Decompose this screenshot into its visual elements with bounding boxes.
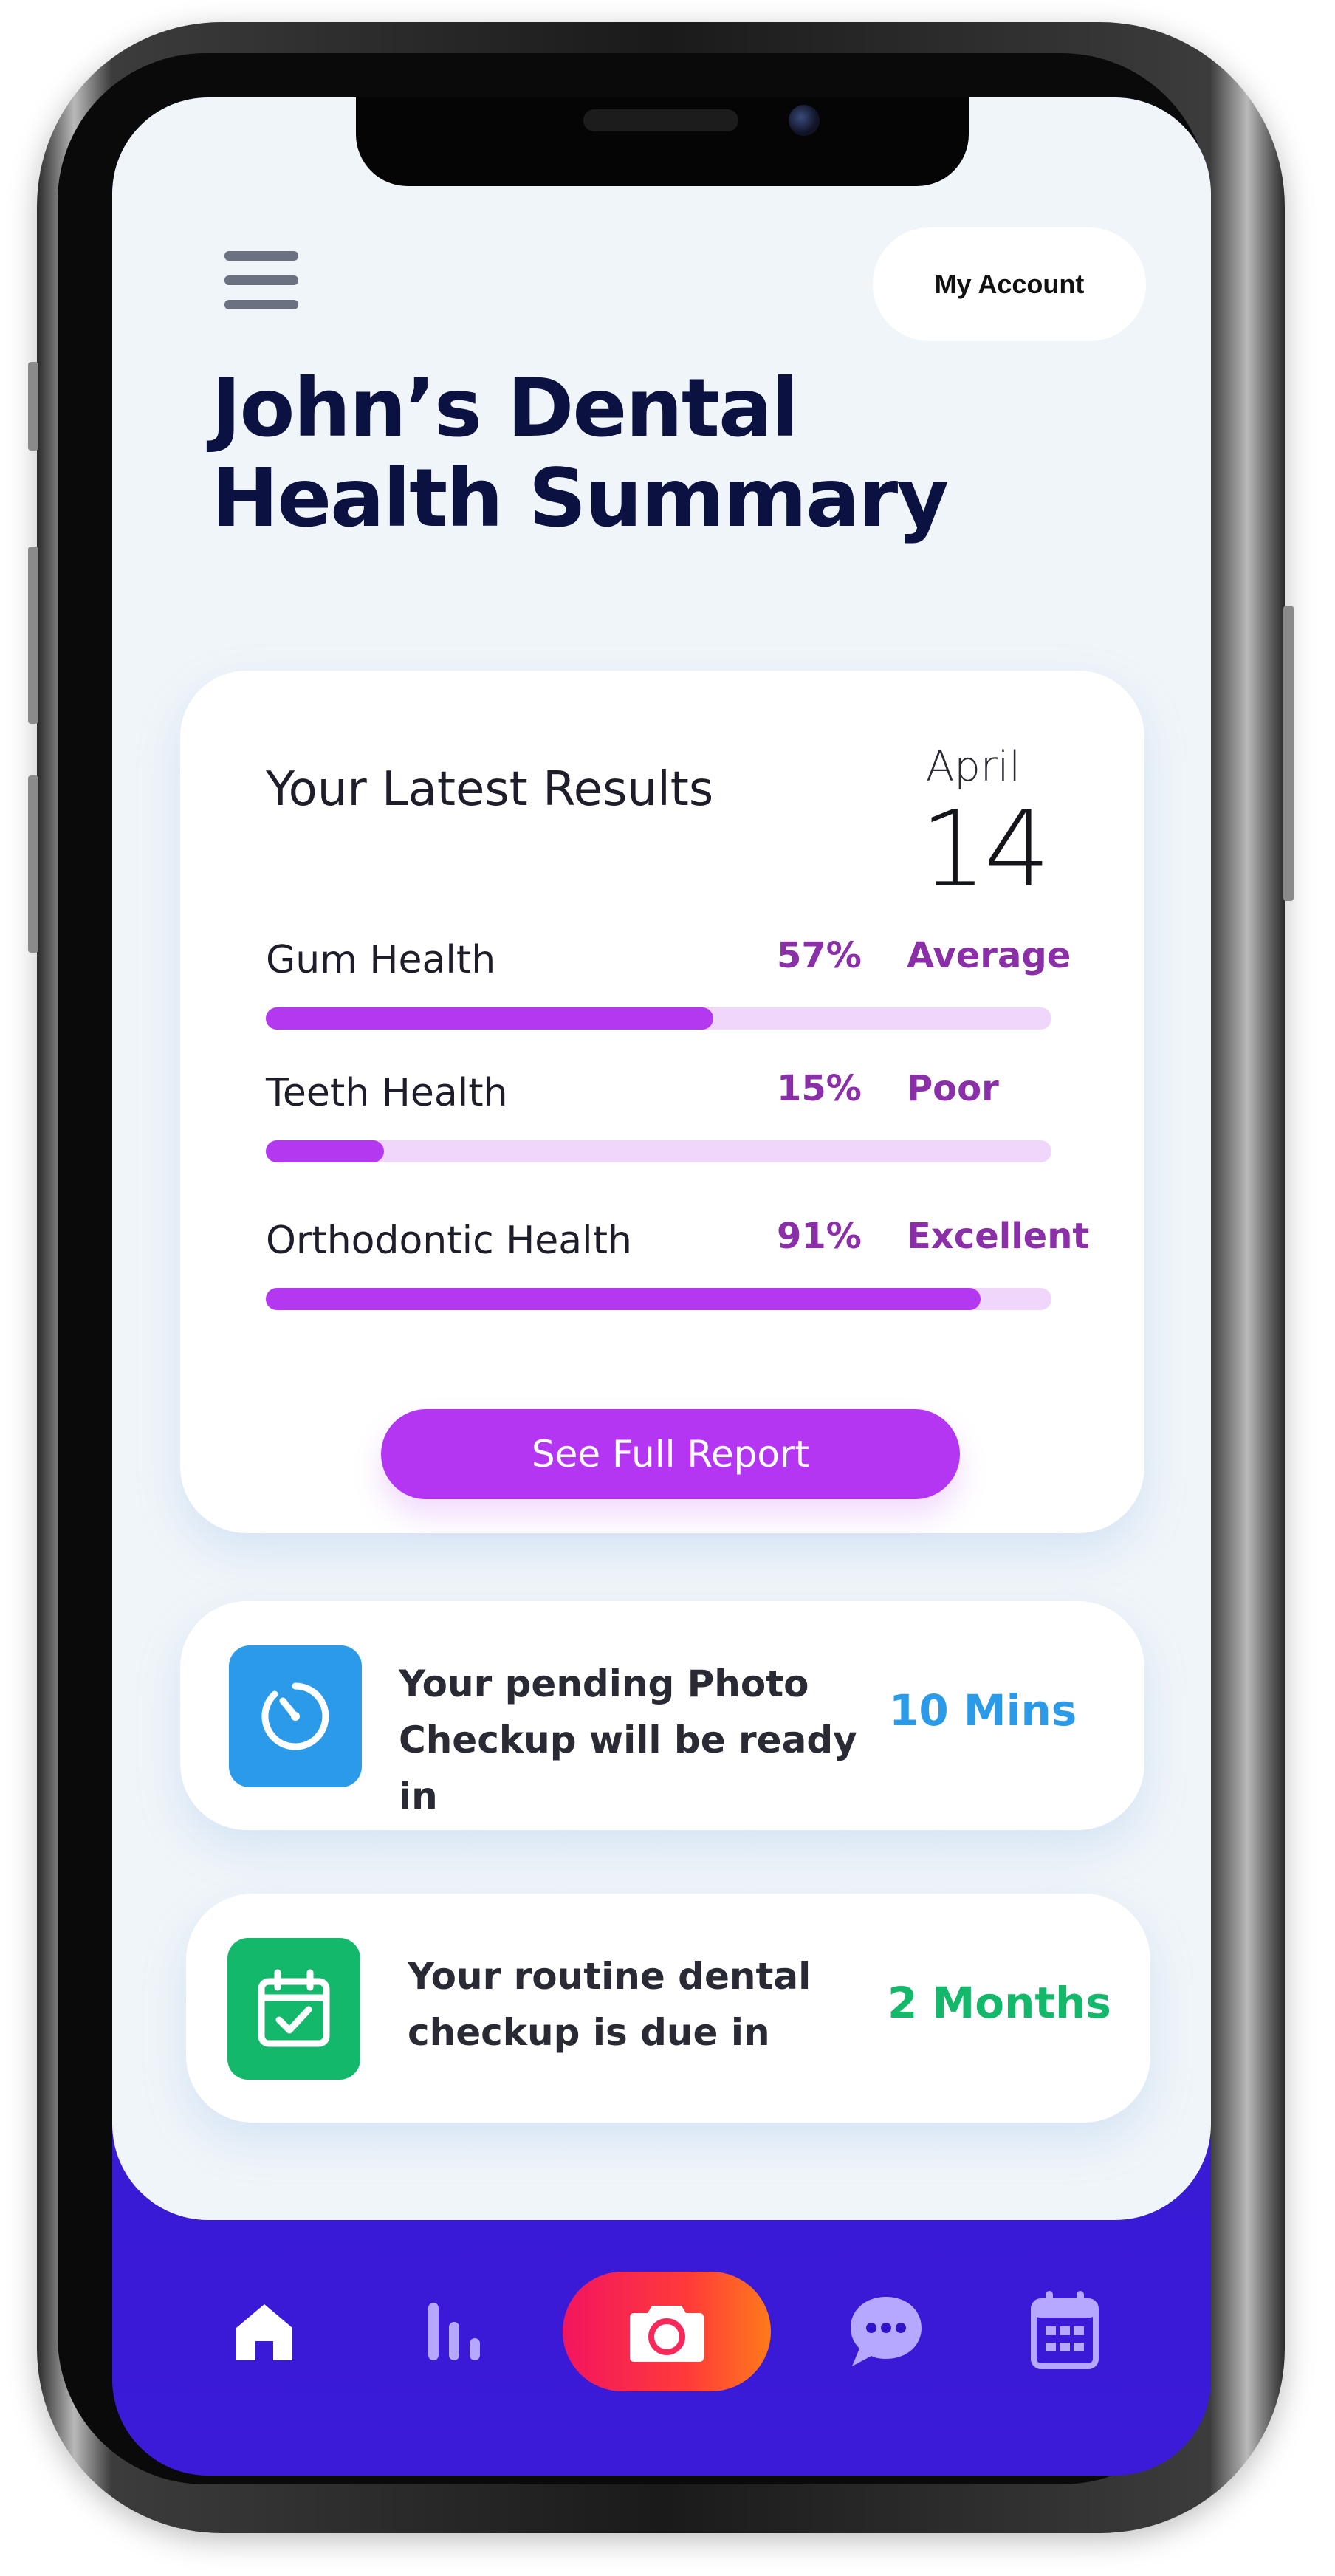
dental-checkup-text: Your routine dental checkup is due in bbox=[408, 1948, 880, 2061]
metric-teeth-health: Teeth Health 15% Poor bbox=[266, 1068, 1063, 1167]
metric-label: Orthodontic Health bbox=[266, 1219, 632, 1263]
photo-checkup-time: 10 Mins bbox=[889, 1685, 1077, 1736]
phone-notch bbox=[356, 97, 969, 186]
metric-gum-health: Gum Health 57% Average bbox=[266, 935, 1071, 1034]
calendar-icon[interactable] bbox=[1028, 2286, 1102, 2372]
progress-fill bbox=[266, 1140, 384, 1162]
page-title: John’s Dental Health Summary bbox=[211, 363, 1023, 544]
home-icon[interactable] bbox=[230, 2297, 298, 2365]
dental-checkup-line-2: checkup is due in bbox=[408, 2011, 770, 2054]
metric-label: Gum Health bbox=[266, 938, 496, 982]
photo-checkup-line-2: Checkup will be ready in bbox=[399, 1719, 857, 1818]
dental-checkup-line-1: Your routine dental bbox=[408, 1955, 811, 1998]
progress-track bbox=[266, 1140, 1051, 1162]
my-account-button[interactable]: My Account bbox=[873, 227, 1146, 341]
latest-results-card: Your Latest Results April 14 Gum Health … bbox=[180, 671, 1144, 1533]
dental-checkup-card[interactable]: Your routine dental checkup is due in 2 … bbox=[186, 1894, 1150, 2123]
mute-switch bbox=[28, 362, 38, 451]
camera-icon bbox=[630, 2306, 704, 2362]
content-area: My Account John’s Dental Health Summary … bbox=[112, 97, 1211, 2220]
front-camera bbox=[789, 105, 820, 136]
page-title-line-2: Health Summary bbox=[211, 451, 949, 545]
results-date-day: 14 bbox=[920, 789, 1051, 911]
photo-checkup-text: Your pending Photo Checkup will be ready… bbox=[399, 1656, 871, 1824]
camera-button[interactable] bbox=[563, 2272, 771, 2391]
chat-icon[interactable] bbox=[845, 2289, 927, 2372]
photo-checkup-card[interactable]: Your pending Photo Checkup will be ready… bbox=[180, 1601, 1144, 1830]
page-title-line-1: John’s Dental bbox=[211, 361, 799, 455]
metric-rating: Excellent bbox=[907, 1216, 1090, 1257]
results-title: Your Latest Results bbox=[266, 762, 714, 817]
power-button bbox=[1283, 606, 1294, 901]
progress-track bbox=[266, 1007, 1051, 1030]
metric-label: Teeth Health bbox=[266, 1071, 508, 1115]
metric-percent: 57% bbox=[777, 935, 862, 976]
metric-rating: Poor bbox=[907, 1068, 999, 1109]
speaker-grille bbox=[583, 109, 738, 131]
metric-rating: Average bbox=[907, 935, 1071, 976]
volume-up-button bbox=[28, 547, 38, 724]
stats-icon[interactable] bbox=[421, 2297, 489, 2365]
progress-track bbox=[266, 1288, 1051, 1310]
metric-percent: 15% bbox=[777, 1068, 862, 1109]
volume-down-button bbox=[28, 775, 38, 953]
metric-percent: 91% bbox=[777, 1216, 862, 1257]
metric-orthodontic-health: Orthodontic Health 91% Excellent bbox=[266, 1216, 1089, 1315]
results-date-month: April bbox=[926, 743, 1020, 791]
progress-fill bbox=[266, 1007, 714, 1030]
app-screen: My Account John’s Dental Health Summary … bbox=[112, 97, 1211, 2476]
calendar-check-icon bbox=[227, 1938, 360, 2080]
photo-checkup-line-1: Your pending Photo bbox=[399, 1662, 809, 1705]
timer-icon bbox=[229, 1645, 362, 1787]
hamburger-menu-icon[interactable] bbox=[224, 251, 298, 310]
see-full-report-button[interactable]: See Full Report bbox=[381, 1409, 960, 1499]
dental-checkup-time: 2 Months bbox=[888, 1978, 1111, 2028]
progress-fill bbox=[266, 1288, 981, 1310]
